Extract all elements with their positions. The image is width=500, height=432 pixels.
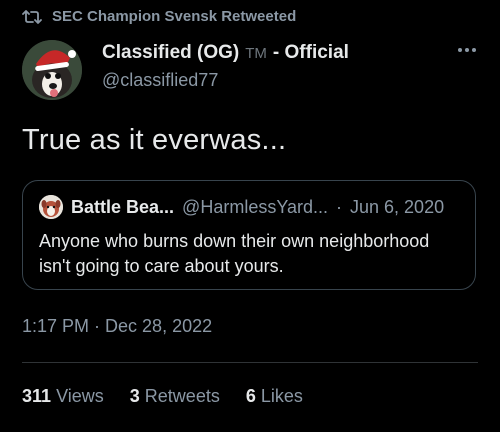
likes-stat[interactable]: 6 Likes	[246, 386, 303, 407]
views-label: Views	[56, 386, 104, 406]
retweets-stat[interactable]: 3 Retweets	[130, 386, 220, 407]
tweet-text: True as it everwas...	[22, 124, 287, 156]
author-display-name[interactable]: Classified (OG)	[102, 42, 239, 64]
quoted-tweet-header: Battle Bea... @HarmlessYard... · Jun 6, …	[39, 195, 444, 219]
retweet-icon	[22, 9, 42, 25]
tweet-timestamp[interactable]: 1:17 PM · Dec 28, 2022	[22, 316, 212, 337]
more-options-icon[interactable]	[458, 48, 476, 52]
quoted-tweet-text: Anyone who burns down their own neighbor…	[39, 231, 430, 276]
author-handle[interactable]: @classiflied77	[102, 70, 349, 91]
retweet-context[interactable]: SEC Champion Svensk Retweeted	[22, 8, 296, 25]
likes-label: Likes	[260, 386, 303, 406]
views-count: 311	[22, 386, 52, 406]
quoted-author-avatar	[39, 195, 63, 219]
retweets-count: 3	[129, 386, 140, 406]
likes-count: 6	[245, 386, 256, 406]
quoted-tweet[interactable]: Battle Bea... @HarmlessYard... · Jun 6, …	[22, 180, 476, 290]
quoted-date: Jun 6, 2020	[350, 196, 445, 217]
quoted-author-handle: @HarmlessYard...	[182, 196, 329, 217]
author-name-suffix: - Official	[272, 42, 349, 63]
retweet-text: SEC Champion Svensk Retweeted	[52, 8, 297, 25]
author-block[interactable]: Classified (OG) TM - Official @classifli…	[102, 42, 349, 91]
engagement-stats: 311 Views 3 Retweets 6 Likes	[22, 386, 303, 407]
divider	[22, 362, 478, 363]
dog-santa-hat-avatar	[22, 40, 82, 100]
quoted-separator: ·	[336, 196, 343, 217]
quoted-author-name: Battle Bea...	[71, 196, 175, 217]
author-avatar[interactable]	[22, 40, 82, 100]
trademark-label: TM	[245, 45, 267, 62]
dog-avatar	[39, 195, 63, 219]
views-stat[interactable]: 311 Views	[22, 386, 104, 407]
retweets-label: Retweets	[144, 386, 220, 406]
